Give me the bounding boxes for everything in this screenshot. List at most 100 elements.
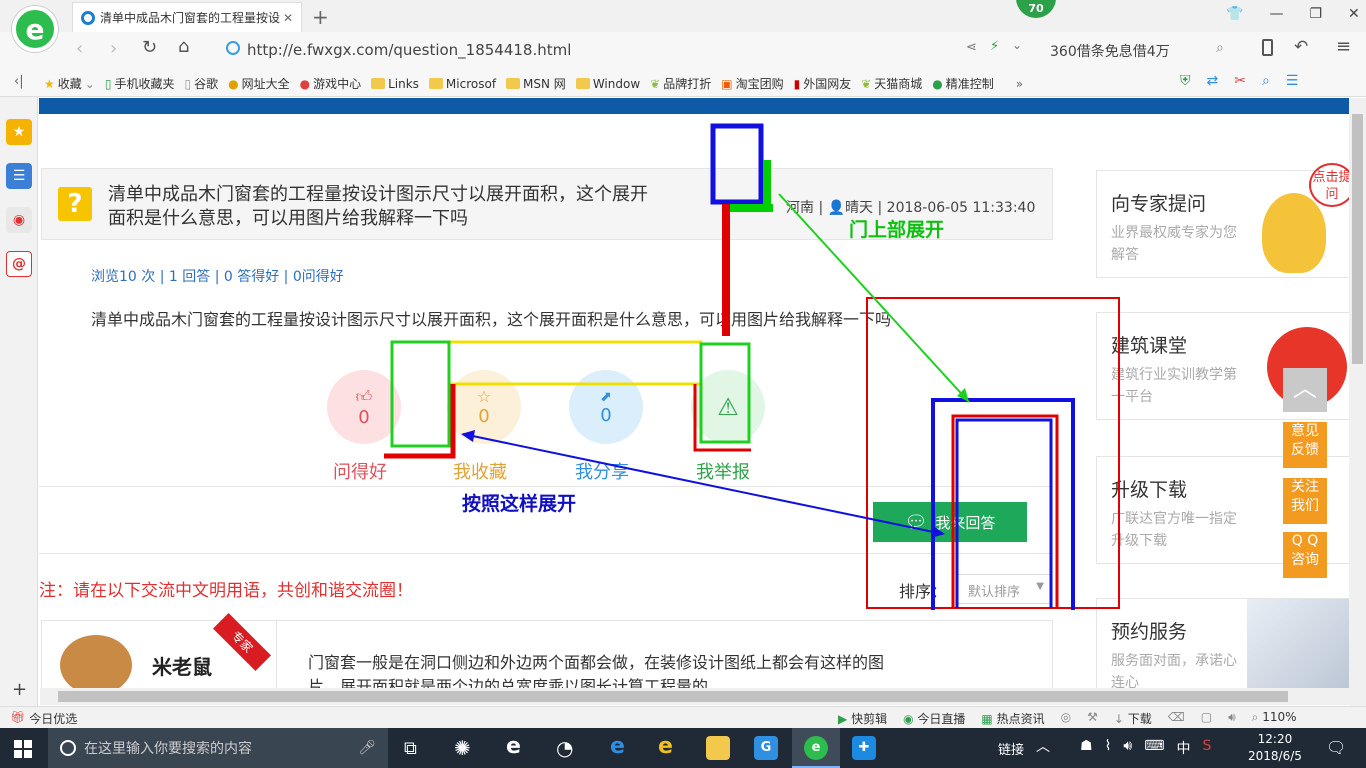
scroll-thumb[interactable]	[58, 691, 1288, 702]
zoom-level[interactable]: ⌕ 110%	[1252, 710, 1297, 727]
horizontal-scrollbar[interactable]	[40, 688, 1350, 705]
chrome-like-icon[interactable]: ◔	[556, 736, 573, 760]
edge-icon[interactable]: e	[610, 734, 625, 759]
score-badge[interactable]: 70	[1016, 0, 1056, 18]
mail-icon[interactable]: @	[6, 251, 32, 277]
weibo-icon[interactable]: ◉	[6, 207, 32, 233]
shield-icon[interactable]: ⛨	[1180, 73, 1191, 89]
volume-icon[interactable]: 🔊︎	[1123, 738, 1132, 758]
live-item[interactable]: ◉ 今日直播	[903, 710, 965, 727]
bookmark-item[interactable]: ▯ 手机收藏夹	[105, 75, 175, 92]
today-picks[interactable]: 🎁︎ 今日优选	[10, 710, 77, 727]
close-tab-icon[interactable]: ✕	[283, 11, 293, 25]
download-item[interactable]: ↓ 下载	[1114, 710, 1152, 727]
share-icon[interactable]: ⋖	[966, 40, 977, 55]
refresh-icon[interactable]: ↻	[142, 37, 157, 58]
system-tray: ☗ ⌇ 🔊︎ ⌨ 中 S	[1080, 738, 1211, 758]
folder-icon	[575, 78, 590, 89]
vertical-scrollbar[interactable]	[1349, 98, 1366, 706]
bookmark-item[interactable]: ● 精准控制	[932, 75, 994, 92]
speed-icon[interactable]: ⚡	[990, 39, 999, 54]
bookmark-item[interactable]: ❦ 品牌打折	[650, 75, 711, 92]
undo-icon[interactable]: ↶	[1294, 37, 1308, 57]
tray-label[interactable]: 链接	[998, 739, 1024, 758]
clock[interactable]: 12:20 2018/6/5	[1248, 731, 1302, 765]
360-browser-icon[interactable]: e	[804, 736, 828, 760]
tab-active[interactable]: 清单中成品木门窗套的工程量按设 ✕	[72, 2, 302, 32]
bookmark-item[interactable]: Microsof	[428, 75, 496, 92]
translate-icon[interactable]: ⇄	[1207, 73, 1219, 89]
home-icon[interactable]: ⌂	[178, 36, 189, 57]
bookmark-item[interactable]: Window	[575, 75, 640, 92]
task-view-icon[interactable]: ⧉	[404, 738, 417, 759]
dropdown-icon[interactable]: ⌄	[1012, 38, 1022, 52]
clip-icon: ▶	[838, 712, 848, 726]
forward-icon[interactable]: ›	[110, 38, 117, 59]
toolbar-right: ⛨ ⇄ ✂ ⌕ ☰	[1180, 73, 1298, 89]
bookmark-item[interactable]: ▮ 外国网友	[794, 75, 852, 92]
notification-icon[interactable]: 🗨︎	[1326, 738, 1346, 757]
url-field[interactable]: http://e.fwxgx.com/question_1854418.html	[247, 41, 571, 59]
sound-icon[interactable]: 🔊︎	[1228, 710, 1236, 727]
scissors-icon[interactable]: ✂	[1234, 73, 1246, 89]
annotation-box	[729, 204, 773, 212]
pinwheel-icon[interactable]: ✺	[454, 736, 471, 760]
network-icon[interactable]: ⌇	[1105, 738, 1112, 758]
bookmark-item[interactable]: ● 游戏中心	[300, 75, 362, 92]
mobile-icon[interactable]	[1262, 39, 1273, 56]
more-bookmarks-icon[interactable]: »	[1016, 75, 1023, 92]
compat-icon[interactable]: ⚒	[1087, 710, 1098, 727]
ie-browser-icon[interactable]: e	[506, 734, 521, 759]
microphone-icon: 🎤︎	[358, 740, 376, 756]
skin-icon[interactable]: 👕	[1226, 6, 1243, 22]
annotation-overlay: 门上部展开 按照这样展开	[384, 123, 1120, 610]
magnifier-icon[interactable]: ⌕	[1262, 73, 1270, 89]
app-plus-icon[interactable]: ✚	[852, 736, 876, 760]
security-icon[interactable]	[226, 41, 240, 55]
search-box[interactable]: 360借条免息借4万	[1050, 41, 1170, 61]
window-controls: 👕 — ❐ ✕	[1226, 6, 1360, 22]
bookmark-item[interactable]: ● 网址大全	[228, 75, 290, 92]
close-window-icon[interactable]: ✕	[1348, 6, 1360, 22]
internet-explorer-icon[interactable]: e	[658, 734, 673, 759]
maximize-icon[interactable]: ❐	[1309, 6, 1322, 22]
tab-bar: e 清单中成品木门窗套的工程量按设 ✕ + 70 👕 — ❐ ✕	[0, 0, 1366, 52]
clip-item[interactable]: ▶ 快剪辑	[838, 710, 887, 727]
back-icon[interactable]: ‹	[76, 38, 83, 59]
scroll-thumb[interactable]	[1352, 114, 1363, 364]
menu-icon[interactable]: ≡	[1336, 36, 1351, 57]
bookmark-item[interactable]: MSN 网	[506, 75, 566, 92]
windows-taskbar: 在这里输入你要搜索的内容 🎤︎ ⧉ ✺ e ◔ e e G e ✚ 链接 ︿ ☗…	[0, 728, 1366, 768]
sogou-icon[interactable]: S	[1202, 738, 1211, 758]
ime-indicator[interactable]: 中	[1176, 738, 1190, 758]
news-item[interactable]: ▦ 热点资讯	[981, 710, 1044, 727]
eraser-icon[interactable]: ⌫	[1168, 710, 1185, 727]
search-icon[interactable]: ⌕	[1216, 40, 1224, 56]
windows-start-icon[interactable]	[14, 740, 32, 758]
bookmark-item[interactable]: Links	[371, 75, 419, 92]
status-items: ▶ 快剪辑 ◉ 今日直播 ▦ 热点资讯 ◎ ⚒ ↓ 下载 ⌫ ▢ 🔊︎ ⌕ 11…	[838, 710, 1297, 727]
taskbar-search[interactable]: 在这里输入你要搜索的内容 🎤︎	[48, 728, 388, 768]
favorites-icon[interactable]: ★	[6, 119, 32, 145]
reader-icon[interactable]: ☰	[6, 163, 32, 189]
people-icon[interactable]: ☗	[1080, 738, 1093, 758]
file-explorer-icon[interactable]	[706, 736, 730, 760]
window-icon[interactable]: ▢	[1201, 710, 1212, 727]
bookmark-item[interactable]: ▣ 淘宝团购	[721, 75, 783, 92]
bookmark-item[interactable]: ★ 收藏 ⌄	[44, 75, 95, 92]
minimize-icon[interactable]: —	[1269, 6, 1283, 22]
app-g-icon[interactable]: G	[754, 736, 778, 760]
bookmark-item[interactable]: ▯ 谷歌	[184, 75, 218, 92]
add-icon[interactable]: +	[12, 679, 27, 700]
tray-expand-icon[interactable]: ︿	[1036, 736, 1050, 756]
star-icon: ★	[44, 76, 55, 91]
menu-icon[interactable]: ☰	[1286, 73, 1299, 89]
sidebar-toggle-icon[interactable]: ‹|	[14, 74, 24, 89]
browser-logo-icon[interactable]: e	[12, 6, 58, 52]
annotation-arrow-head	[931, 526, 945, 538]
speed-icon[interactable]: ◎	[1061, 710, 1071, 727]
bookmark-item[interactable]: ❦ 天猫商城	[861, 75, 922, 92]
keyboard-icon[interactable]: ⌨	[1144, 738, 1164, 758]
new-tab-button[interactable]: +	[312, 5, 329, 29]
annotation-box	[699, 342, 751, 444]
